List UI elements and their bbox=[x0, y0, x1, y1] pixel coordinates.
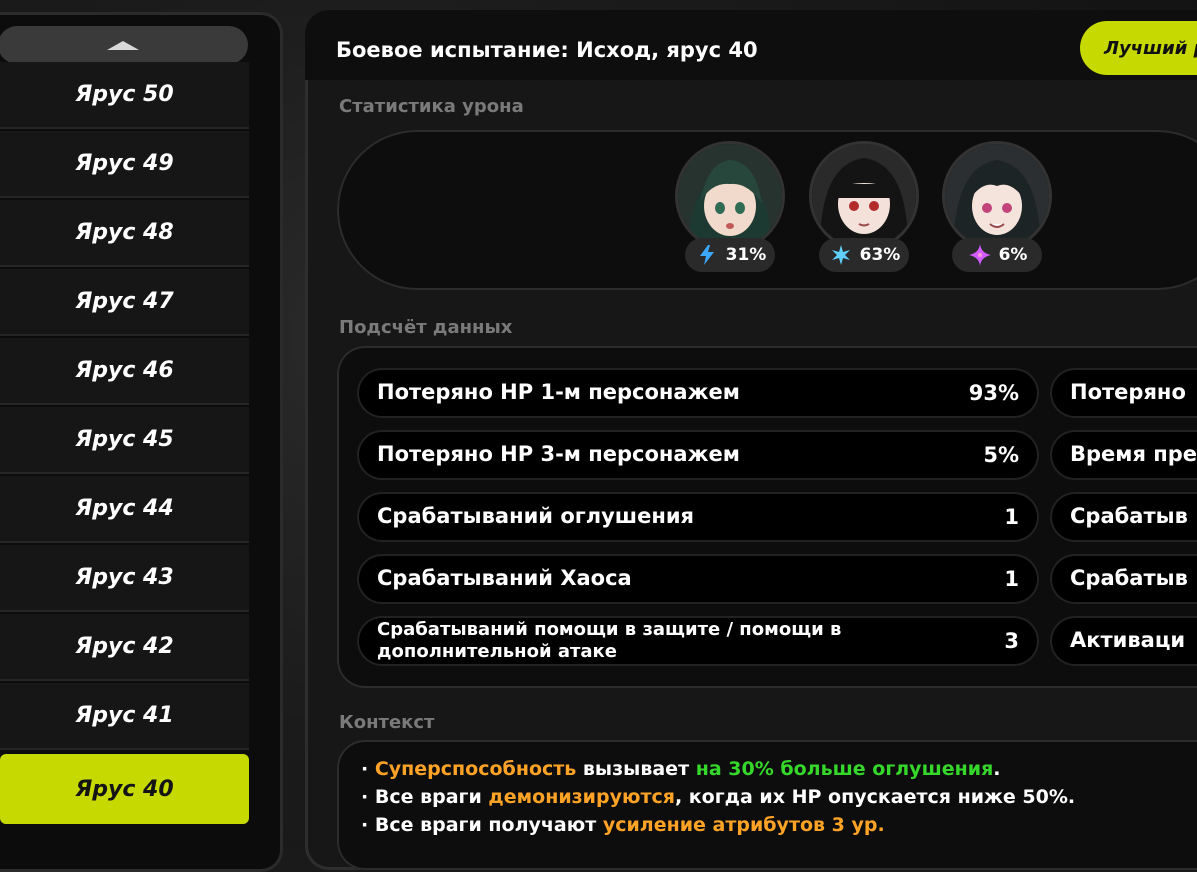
context-part: Все враги получают bbox=[374, 814, 603, 836]
tier-item-45[interactable]: Ярус 45 bbox=[0, 407, 249, 474]
context-line: · Все враги получают усиление атрибутов … bbox=[361, 814, 885, 836]
context-part: Суперспособность bbox=[374, 758, 577, 780]
bullet: · bbox=[361, 814, 375, 836]
context-part: демонизируются bbox=[488, 786, 675, 808]
tier-item-41[interactable]: Ярус 41 bbox=[0, 683, 249, 750]
ether-icon bbox=[967, 242, 993, 268]
tier-item-40-selected[interactable]: Ярус 40 bbox=[0, 754, 249, 824]
stat-label: Активаци bbox=[1070, 628, 1186, 653]
tier-label: Ярус 48 bbox=[75, 220, 174, 245]
tier-list: Ярус 50 Ярус 49 Ярус 48 Ярус 47 Ярус 46 … bbox=[0, 62, 270, 826]
tier-label: Ярус 43 bbox=[75, 565, 174, 590]
chevron-up-icon bbox=[107, 40, 139, 50]
bullet: · bbox=[361, 758, 375, 780]
context-line: · Суперспособность вызывает на 30% больш… bbox=[361, 758, 1001, 780]
damage-stats-heading: Статистика урона bbox=[339, 96, 524, 117]
tier-item-42[interactable]: Ярус 42 bbox=[0, 614, 249, 681]
stat-row: Срабатываний Хаоса 1 bbox=[357, 554, 1039, 604]
stat-value: 1 bbox=[1004, 567, 1019, 591]
agent-card[interactable]: 31% bbox=[675, 144, 785, 274]
stat-row: Время пре bbox=[1050, 430, 1197, 480]
tier-item-47[interactable]: Ярус 47 bbox=[0, 269, 249, 336]
battle-details-panel: Боевое испытание: Исход, ярус 40 Лучший … bbox=[305, 10, 1197, 870]
damage-stats-box: 31% 63% 6% bbox=[337, 130, 1197, 290]
stat-row: Активаци bbox=[1050, 616, 1197, 666]
tier-label: Ярус 42 bbox=[75, 634, 174, 659]
context-part: вызывает bbox=[576, 758, 696, 780]
damage-share-pill: 63% bbox=[819, 238, 909, 272]
stat-label: Срабатываний Хаоса bbox=[377, 566, 632, 591]
context-part: . bbox=[993, 758, 1001, 780]
tier-label: Ярус 40 bbox=[75, 776, 174, 802]
data-count-heading: Подсчёт данных bbox=[339, 317, 513, 338]
bullet: · bbox=[361, 786, 375, 808]
context-part: , когда их HP опускается ниже 50%. bbox=[674, 786, 1076, 808]
context-part: усиление атрибутов 3 ур. bbox=[602, 814, 885, 836]
tier-item-44[interactable]: Ярус 44 bbox=[0, 476, 249, 543]
agent-portrait bbox=[678, 144, 782, 248]
stat-label: Срабатыв bbox=[1070, 504, 1188, 529]
page-title: Боевое испытание: Исход, ярус 40 bbox=[336, 38, 758, 62]
electric-icon bbox=[694, 242, 720, 268]
stat-label: Потеряно bbox=[1070, 380, 1186, 405]
tier-item-48[interactable]: Ярус 48 bbox=[0, 200, 249, 267]
tier-item-46[interactable]: Ярус 46 bbox=[0, 338, 249, 405]
stat-value: 5% bbox=[983, 443, 1019, 467]
data-count-box: Потеряно HP 1-м персонажем 93% Потеряно … bbox=[337, 346, 1197, 688]
tier-label: Ярус 41 bbox=[75, 703, 174, 728]
stat-row: Потеряно bbox=[1050, 368, 1197, 418]
tier-label: Ярус 47 bbox=[75, 289, 174, 314]
agent-portrait bbox=[945, 144, 1049, 248]
tier-item-50[interactable]: Ярус 50 bbox=[0, 62, 249, 129]
panel-header: Боевое испытание: Исход, ярус 40 Лучший … bbox=[305, 10, 1197, 80]
stat-label: Срабатываний оглушения bbox=[377, 504, 695, 529]
context-line: · Все враги демонизируются, когда их HP … bbox=[361, 786, 1075, 808]
agent-card[interactable]: 6% bbox=[942, 144, 1052, 274]
context-part: Все враги bbox=[374, 786, 489, 808]
stat-label: Срабатыв bbox=[1070, 566, 1188, 591]
context-box: · Суперспособность вызывает на 30% больш… bbox=[337, 740, 1197, 870]
context-heading: Контекст bbox=[339, 712, 435, 733]
context-part: на 30% больше оглушения bbox=[695, 758, 994, 780]
damage-share-pill: 31% bbox=[685, 238, 775, 272]
stat-row: Срабатываний помощи в защите / помощи в … bbox=[357, 616, 1039, 666]
stat-row: Срабатыв bbox=[1050, 554, 1197, 604]
tier-label: Ярус 50 bbox=[75, 82, 174, 107]
tier-sidebar: Ярус 50 Ярус 49 Ярус 48 Ярус 47 Ярус 46 … bbox=[0, 12, 283, 872]
agent-portrait bbox=[812, 144, 916, 248]
tier-item-49[interactable]: Ярус 49 bbox=[0, 131, 249, 198]
ice-icon bbox=[828, 242, 854, 268]
stat-row: Срабатыв bbox=[1050, 492, 1197, 542]
tier-label: Ярус 45 bbox=[75, 427, 174, 452]
tier-label: Ярус 49 bbox=[75, 151, 174, 176]
damage-share-value: 63% bbox=[859, 245, 901, 265]
stat-label: Срабатываний помощи в защите / помощи в … bbox=[377, 619, 842, 662]
best-record-button[interactable]: Лучший р bbox=[1080, 21, 1197, 75]
stat-label: Время пре bbox=[1070, 442, 1197, 467]
damage-share-pill: 6% bbox=[952, 238, 1042, 272]
agent-card[interactable]: 63% bbox=[809, 144, 919, 274]
stat-value: 3 bbox=[1004, 629, 1019, 653]
damage-share-value: 31% bbox=[725, 245, 767, 265]
scroll-up-button[interactable] bbox=[0, 26, 248, 64]
stat-row: Потеряно HP 1-м персонажем 93% bbox=[357, 368, 1039, 418]
stat-label: Потеряно HP 3-м персонажем bbox=[377, 442, 740, 467]
tier-label: Ярус 46 bbox=[75, 358, 174, 383]
stat-value: 93% bbox=[968, 381, 1019, 405]
stat-value: 1 bbox=[1004, 505, 1019, 529]
best-record-label: Лучший р bbox=[1104, 37, 1197, 59]
stat-row: Потеряно HP 3-м персонажем 5% bbox=[357, 430, 1039, 480]
stat-label: Потеряно HP 1-м персонажем bbox=[377, 380, 740, 405]
stat-row: Срабатываний оглушения 1 bbox=[357, 492, 1039, 542]
tier-item-43[interactable]: Ярус 43 bbox=[0, 545, 249, 612]
damage-share-value: 6% bbox=[998, 245, 1028, 265]
tier-label: Ярус 44 bbox=[75, 496, 174, 521]
